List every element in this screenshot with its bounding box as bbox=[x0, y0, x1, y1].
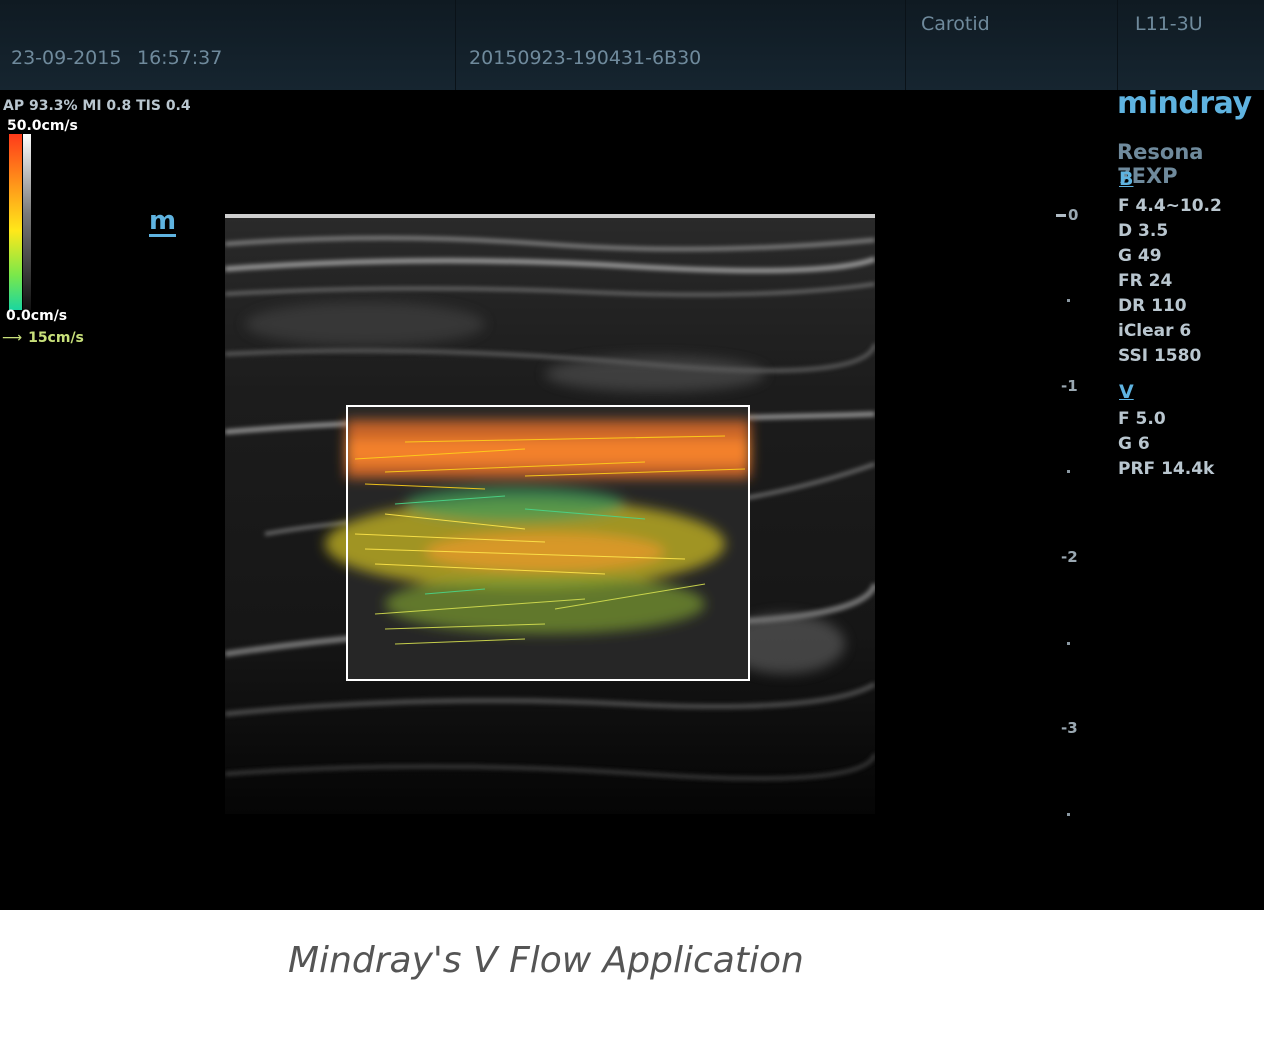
header-time: 16:57:37 bbox=[137, 47, 223, 69]
gray-map-gradient bbox=[23, 134, 31, 310]
reference-arrow-icon: ⟶ bbox=[2, 330, 23, 346]
velocity-color-gradient bbox=[9, 134, 22, 310]
b-param-depth: D 3.5 bbox=[1118, 221, 1169, 241]
velocity-color-bar bbox=[9, 134, 31, 310]
depth-marker-icon bbox=[1056, 214, 1066, 217]
figure-caption: Mindray's V Flow Application bbox=[288, 940, 804, 981]
b-param-frame-rate: FR 24 bbox=[1118, 271, 1173, 291]
v-mode-section-title[interactable]: V bbox=[1119, 381, 1134, 403]
depth-dot bbox=[1067, 642, 1070, 645]
velocity-scale-min: 0.0cm/s bbox=[6, 308, 68, 324]
exam-preset[interactable]: Carotid bbox=[921, 13, 990, 35]
depth-dot bbox=[1067, 470, 1070, 473]
ultrasound-screen: 23-09-2015 16:57:37 20150923-190431-6B30… bbox=[0, 0, 1264, 910]
depth-tick-label: -1 bbox=[1061, 377, 1078, 395]
reference-arrow-legend: ⟶ 15cm/s bbox=[2, 330, 84, 346]
header-patient-cell bbox=[455, 0, 906, 90]
depth-tick-label: -3 bbox=[1061, 719, 1078, 737]
vflow-roi-box[interactable] bbox=[346, 405, 750, 681]
v-mode-params: F 5.0 G 6 PRF 14.4k bbox=[1118, 407, 1214, 482]
b-mode-section-title[interactable]: B bbox=[1119, 168, 1133, 190]
b-param-dynamic-range: DR 110 bbox=[1118, 296, 1187, 316]
b-mode-params: F 4.4~10.2 D 3.5 G 49 FR 24 DR 110 iClea… bbox=[1118, 194, 1222, 369]
header-datetime-cell bbox=[0, 0, 456, 90]
depth-dot bbox=[1067, 813, 1070, 816]
v-param-gain: G 6 bbox=[1118, 434, 1150, 454]
brand-logo: mindray bbox=[1117, 86, 1252, 121]
header-date: 23-09-2015 bbox=[11, 47, 122, 69]
device-model: Resona 7EXP bbox=[1117, 140, 1204, 188]
b-param-iclear: iClear 6 bbox=[1118, 321, 1192, 341]
b-param-ssi: SSI 1580 bbox=[1118, 346, 1202, 366]
patient-id: 20150923-190431-6B30 bbox=[469, 47, 702, 69]
depth-tick-label: 0 bbox=[1056, 206, 1078, 224]
probe-name[interactable]: L11-3U bbox=[1135, 13, 1203, 35]
b-param-frequency: F 4.4~10.2 bbox=[1118, 196, 1222, 216]
header-bar: 23-09-2015 16:57:37 20150923-190431-6B30… bbox=[0, 0, 1264, 90]
depth-tick-label: -2 bbox=[1061, 548, 1078, 566]
acoustic-output-readout: AP 93.3% MI 0.8 TIS 0.4 bbox=[3, 98, 191, 114]
reference-arrow-label: 15cm/s bbox=[28, 330, 84, 346]
v-param-frequency: F 5.0 bbox=[1118, 409, 1166, 429]
mindray-m-icon: m bbox=[149, 206, 177, 237]
depth-dot bbox=[1067, 299, 1070, 302]
velocity-scale-max: 50.0cm/s bbox=[7, 118, 78, 134]
v-param-prf: PRF 14.4k bbox=[1118, 459, 1215, 479]
b-param-gain: G 49 bbox=[1118, 246, 1162, 266]
